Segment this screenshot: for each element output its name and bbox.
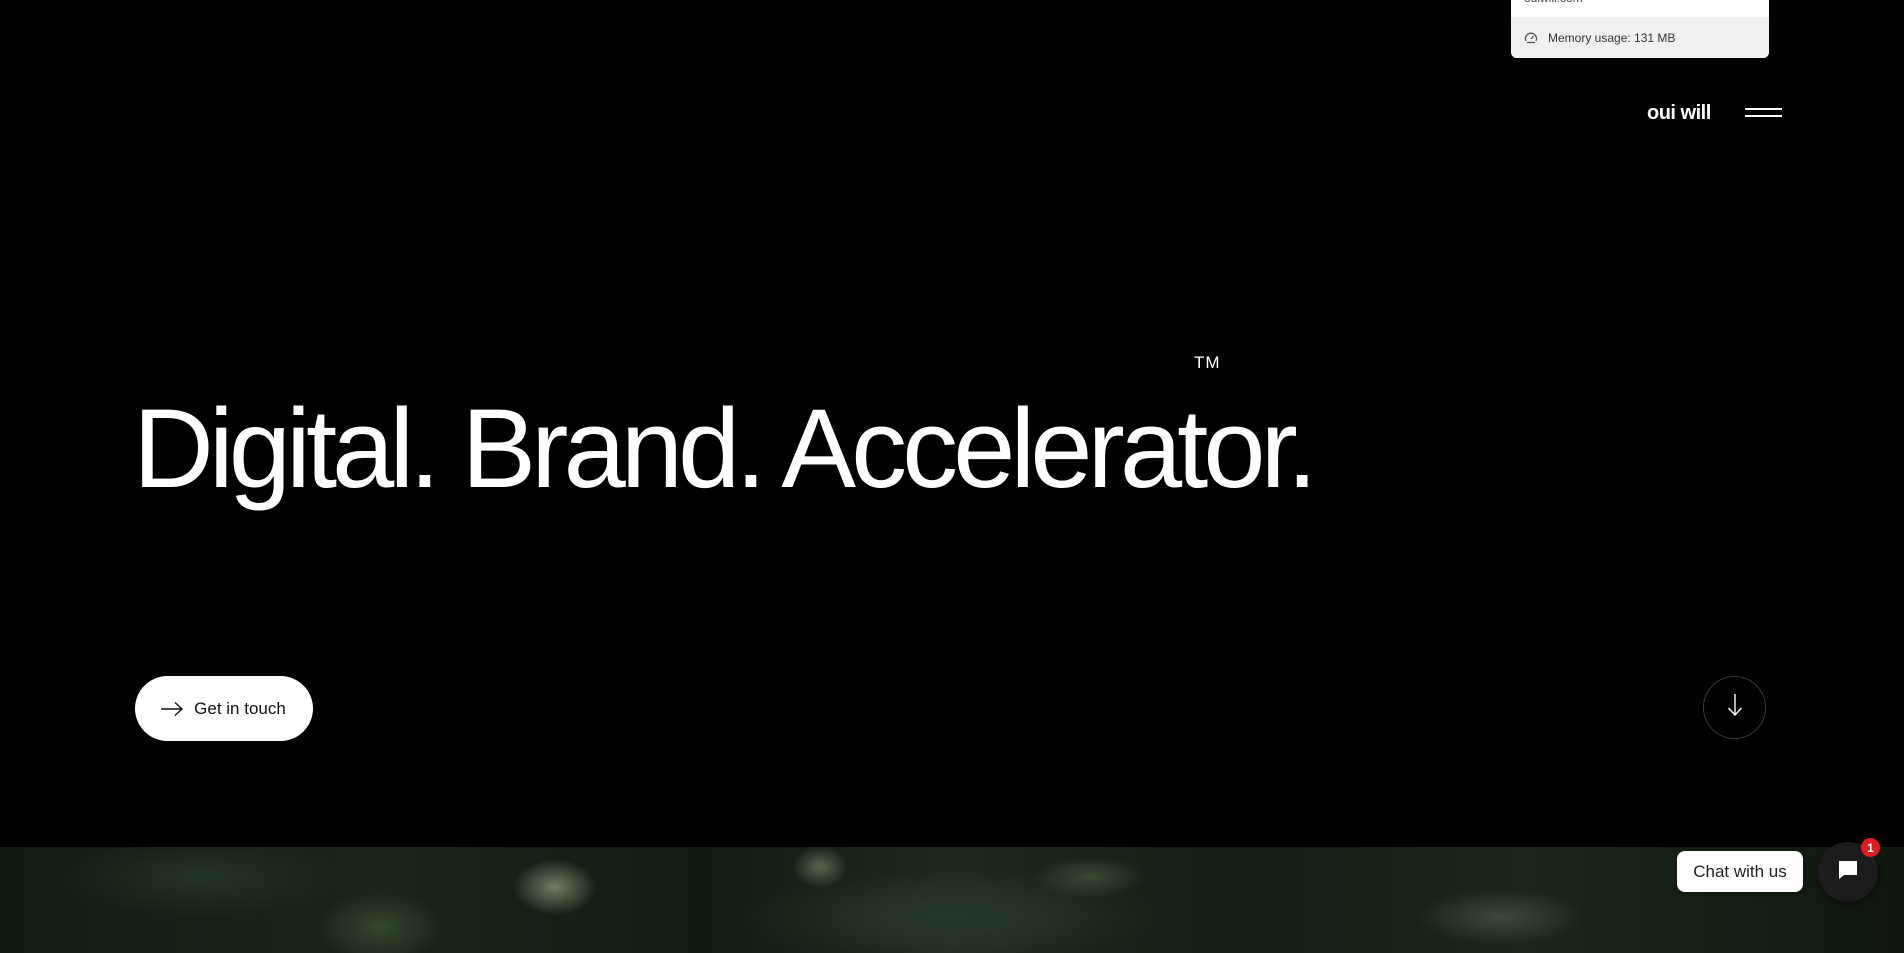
arrow-right-icon (160, 701, 184, 717)
trademark-symbol: TM (1194, 353, 1221, 372)
memory-usage-text: Memory usage: 131 MB (1548, 30, 1676, 45)
chat-bubble-icon (1837, 859, 1859, 886)
memory-usage-popup: ouiwill.com Memory usage: 131 MB (1511, 0, 1769, 58)
memory-usage-row: Memory usage: 131 MB (1511, 17, 1769, 58)
get-in-touch-button[interactable]: Get in touch (135, 676, 313, 741)
get-in-touch-label: Get in touch (194, 698, 286, 718)
hamburger-line (1745, 108, 1782, 110)
chat-with-us-button[interactable]: Chat with us (1677, 851, 1803, 892)
scroll-down-button[interactable] (1703, 676, 1766, 739)
site-logo[interactable]: oui will (1647, 102, 1711, 125)
hero-background-image (0, 847, 1904, 953)
arrow-down-icon (1727, 693, 1743, 722)
hamburger-menu-button[interactable] (1745, 108, 1785, 124)
hero-title: Digital. Brand. Accelerator. (133, 386, 1318, 512)
popup-site-row: ouiwill.com (1511, 0, 1769, 17)
popup-site-name: ouiwill.com (1524, 0, 1583, 10)
gauge-icon (1524, 31, 1538, 45)
chat-notification-badge: 1 (1861, 838, 1880, 857)
hamburger-line (1745, 115, 1782, 117)
